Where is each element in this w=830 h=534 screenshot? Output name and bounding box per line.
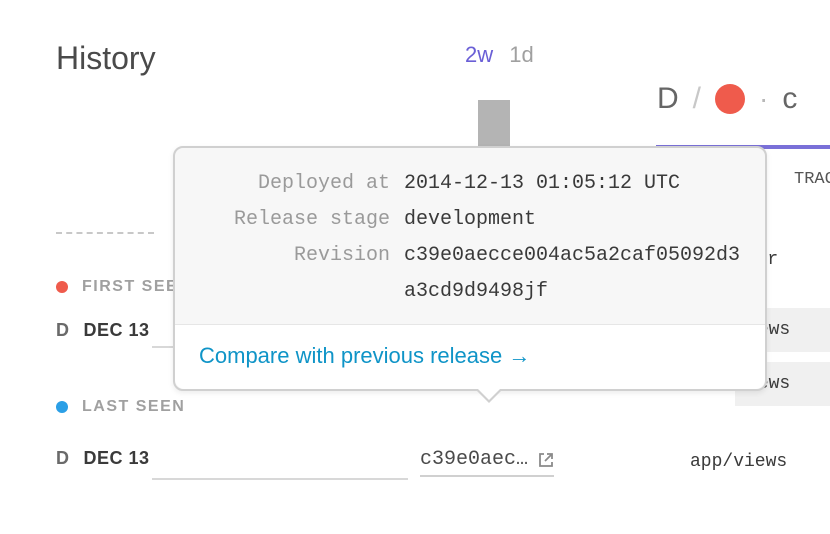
first-seen-dot-icon: [56, 281, 68, 293]
tooltip-val-release-stage: development: [404, 202, 741, 238]
tooltip-row-release-stage: Release stage development: [199, 202, 741, 238]
tooltip-val-deployed-at: 2014-12-13 01:05:12 UTC: [404, 166, 741, 202]
tooltip-key-deployed-at: Deployed at: [199, 166, 404, 202]
first-seen-badge: D: [56, 320, 70, 341]
separator-slash: /: [693, 82, 701, 116]
tooltip-key-release-stage: Release stage: [199, 202, 404, 238]
code-fragment-path: app/views: [690, 440, 787, 484]
last-seen-label: LAST SEEN: [56, 398, 185, 416]
tooltip-key-revision: Revision: [199, 238, 404, 310]
revision-short-link[interactable]: c39e0aec…: [420, 448, 554, 477]
deploy-tooltip: Deployed at 2014-12-13 01:05:12 UTC Rele…: [173, 146, 767, 391]
right-header: D / · c: [657, 82, 797, 116]
page-title: History: [56, 40, 156, 77]
last-seen-dot-icon: [56, 401, 68, 413]
separator-dot: ·: [759, 83, 768, 115]
trace-label-fragment: TRAC: [794, 170, 830, 189]
timerange-option-2w[interactable]: 2w: [465, 42, 493, 67]
last-seen-date-row: D DEC 13: [56, 448, 150, 469]
project-letter: D: [657, 82, 679, 116]
tooltip-footer: Compare with previous release →: [175, 324, 765, 389]
revision-short-text: c39e0aec…: [420, 448, 528, 471]
last-seen-badge: D: [56, 448, 70, 469]
timerange-option-1d[interactable]: 1d: [509, 42, 533, 67]
last-seen-date: DEC 13: [84, 448, 150, 469]
tooltip-row-deployed-at: Deployed at 2014-12-13 01:05:12 UTC: [199, 166, 741, 202]
tooltip-body: Deployed at 2014-12-13 01:05:12 UTC Rele…: [175, 148, 765, 324]
tooltip-anchor: [478, 100, 510, 150]
first-seen-date-row: D DEC 13: [56, 320, 150, 341]
compare-release-link[interactable]: Compare with previous release →: [199, 343, 530, 368]
divider: [56, 232, 154, 234]
external-link-icon: [538, 452, 554, 468]
context-fragment: c: [782, 82, 797, 116]
first-seen-date: DEC 13: [84, 320, 150, 341]
tooltip-arrow-icon: [475, 389, 503, 403]
first-seen-label: FIRST SEEN: [56, 278, 191, 296]
timerange-selector: 2w 1d: [465, 42, 534, 68]
last-seen-text: LAST SEEN: [82, 398, 185, 416]
tooltip-row-revision: Revision c39e0aecce004ac5a2caf05092d3a3c…: [199, 238, 741, 310]
status-dot-icon: [715, 84, 745, 114]
tooltip-val-revision: c39e0aecce004ac5a2caf05092d3a3cd9d9498jf: [404, 238, 741, 310]
last-seen-underline: [152, 478, 408, 480]
